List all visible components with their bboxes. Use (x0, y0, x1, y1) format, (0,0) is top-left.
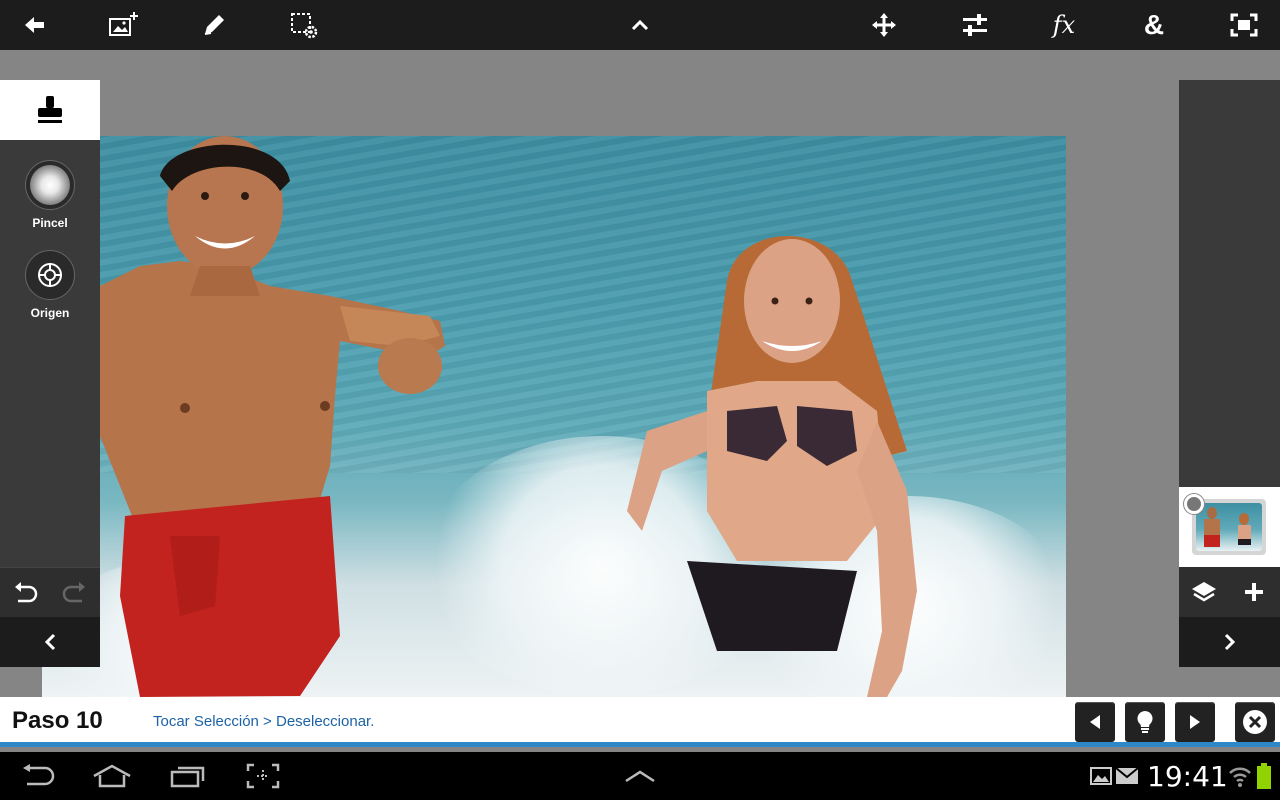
layer-actions-row (1179, 567, 1280, 617)
chevron-up-icon (631, 19, 649, 31)
adjustments-icon (963, 14, 987, 36)
move-icon (872, 13, 896, 37)
top-toolbar: fx & (0, 0, 1280, 50)
wifi-status (1228, 760, 1252, 792)
next-step-button[interactable] (1175, 702, 1215, 742)
add-image-icon (109, 12, 138, 36)
fullscreen-button[interactable] (1224, 5, 1264, 45)
close-tutorial-button[interactable] (1235, 702, 1275, 742)
source-tool-label: Origen (30, 306, 70, 320)
clone-stamp-tab[interactable] (0, 80, 100, 140)
right-panel-nav-button[interactable] (1179, 617, 1280, 667)
battery-icon (1257, 763, 1271, 789)
collapse-toolbar-button[interactable] (620, 5, 660, 45)
back-button[interactable] (15, 5, 55, 45)
back-icon (23, 764, 55, 786)
app-root: fx & Pincel Origen Paso 10 Tocar Selecci… (0, 0, 1280, 800)
selection-settings-button[interactable] (284, 5, 324, 45)
adjustments-button[interactable] (955, 5, 995, 45)
hint-button[interactable] (1125, 702, 1165, 742)
layers-button[interactable] (1189, 576, 1219, 608)
screenshot-icon (246, 763, 280, 789)
tutorial-bar: Paso 10 Tocar Selección > Deseleccionar. (0, 697, 1280, 747)
brush-preview[interactable] (25, 160, 75, 210)
layer-visibility-toggle[interactable] (1184, 494, 1204, 514)
back-icon (25, 17, 44, 33)
gallery-icon (1090, 767, 1112, 785)
man-figure (100, 136, 445, 697)
recents-icon (170, 766, 205, 788)
next-icon (1190, 715, 1200, 729)
undo-button[interactable] (10, 578, 40, 608)
lightbulb-icon (1137, 711, 1153, 733)
layers-panel (1179, 80, 1280, 667)
gallery-notification (1090, 760, 1112, 792)
redo-icon (62, 582, 85, 603)
move-button[interactable] (864, 5, 904, 45)
effects-button[interactable]: fx (1044, 5, 1084, 45)
step-title: Paso 10 (12, 707, 103, 734)
status-clock: 19:41 (1147, 760, 1228, 793)
source-tool[interactable]: Origen (0, 250, 100, 320)
step-instruction: Tocar Selección > Deseleccionar. (153, 713, 375, 730)
mail-notification (1115, 760, 1139, 792)
chevron-up-icon (625, 770, 655, 783)
layer-thumbnail-image (1196, 503, 1262, 551)
crosshair-icon (38, 263, 62, 287)
selection-settings-icon (291, 13, 318, 39)
fx-icon: fx (1052, 11, 1076, 39)
blend-icon: & (1143, 9, 1165, 40)
system-recents-button[interactable] (170, 760, 206, 792)
pencil-icon (204, 15, 224, 35)
add-image-button[interactable] (104, 5, 144, 45)
system-back-button[interactable] (20, 760, 56, 792)
home-icon (93, 764, 131, 788)
blend-button[interactable]: & (1134, 5, 1174, 45)
system-home-button[interactable] (92, 760, 132, 792)
chevron-right-icon (1224, 633, 1235, 651)
undo-icon (15, 582, 38, 603)
plus-icon (1245, 583, 1263, 601)
stamp-icon (38, 96, 62, 123)
system-screenshot-button[interactable] (245, 760, 281, 792)
layer-thumbnail-figures (1204, 507, 1251, 547)
chevron-left-icon (44, 633, 56, 651)
source-button[interactable] (25, 250, 75, 300)
previous-step-button[interactable] (1075, 702, 1115, 742)
battery-status (1256, 760, 1272, 792)
brush-tool[interactable]: Pincel (0, 160, 100, 230)
draw-button[interactable] (194, 5, 234, 45)
brush-icon (30, 165, 70, 205)
left-panel-nav-button[interactable] (0, 617, 100, 667)
system-menu-up-button[interactable] (622, 760, 658, 792)
add-layer-button[interactable] (1239, 576, 1269, 608)
mail-icon (1115, 767, 1139, 784)
layers-icon (1192, 582, 1216, 602)
previous-icon (1090, 715, 1100, 729)
close-icon (1243, 710, 1267, 734)
system-navigation-bar: 19:41 (0, 752, 1280, 800)
undo-redo-row (0, 567, 100, 617)
layer-item[interactable] (1179, 487, 1280, 567)
fullscreen-icon (1230, 13, 1258, 37)
woman-figure (627, 236, 917, 697)
redo-button[interactable] (60, 578, 90, 608)
photo-canvas[interactable] (42, 136, 1066, 697)
wifi-icon (1229, 767, 1251, 787)
tool-panel: Pincel Origen (0, 80, 100, 667)
brush-tool-label: Pincel (32, 216, 68, 230)
